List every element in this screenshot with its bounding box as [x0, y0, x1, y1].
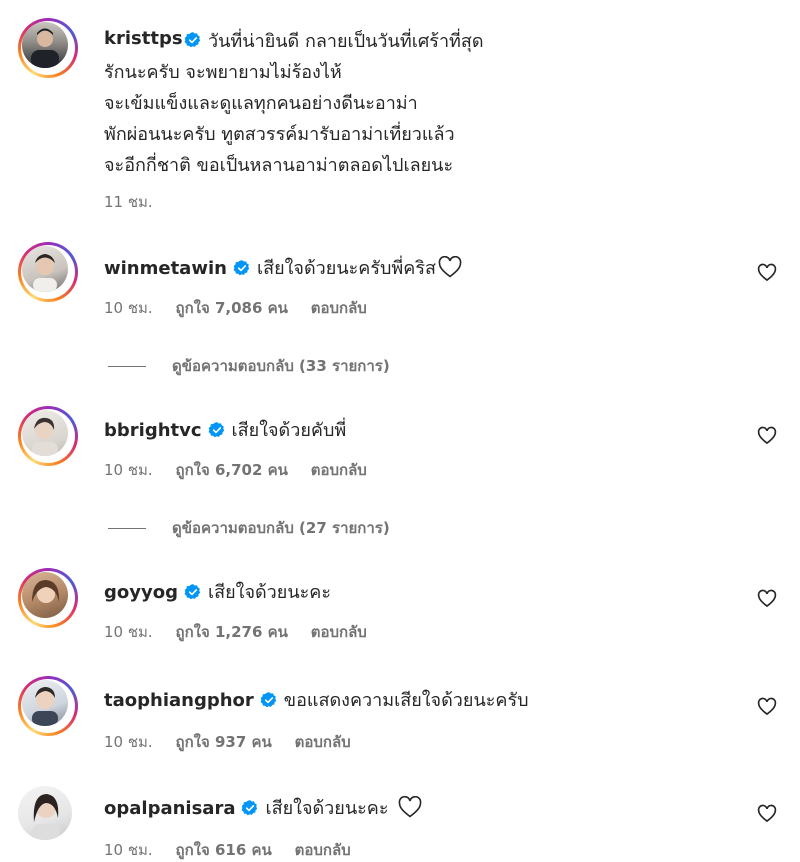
likes-count[interactable]: ถูกใจ 616 คน: [175, 841, 271, 859]
view-replies-label: ดูข้อความตอบกลับ (33 รายการ): [172, 357, 390, 375]
timestamp: 10 ชม.: [104, 733, 153, 751]
reply-button[interactable]: ตอบกลับ: [295, 841, 351, 859]
heart-outline-icon[interactable]: [757, 263, 777, 283]
white-heart-emoji-icon: [438, 255, 462, 278]
likes-count[interactable]: ถูกใจ 6,702 คน: [175, 461, 287, 479]
avatar-goyyog[interactable]: [18, 568, 78, 628]
comment-goyyog: goyyog เสียใจด้วยนะคะ: [104, 578, 331, 608]
heart-outline-icon[interactable]: [757, 426, 777, 446]
heart-outline-icon[interactable]: [757, 804, 777, 824]
divider: [108, 528, 146, 529]
reply-button[interactable]: ตอบกลับ: [295, 733, 351, 751]
reply-button[interactable]: ตอบกลับ: [311, 461, 367, 479]
timestamp: 10 ชม.: [104, 461, 153, 479]
comment-username[interactable]: taophiangphor: [104, 690, 254, 711]
caption-line: รักนะครับ จะพยายามไม่ร้องไห้: [104, 62, 342, 83]
caption-line: พักผ่อนนะครับ ทูตสวรรค์มารับอาม่าเที่ยวแ…: [104, 124, 455, 145]
timestamp: 10 ชม.: [104, 299, 153, 317]
comment-meta: 10 ชม. ถูกใจ 616 คน ตอบกลับ: [104, 838, 369, 862]
caption-line: จะอีกกี่ชาติ ขอเป็นหลานอาม่าตลอดไปเลยนะ: [104, 155, 454, 176]
view-replies-button[interactable]: ดูข้อความตอบกลับ (33 รายการ): [108, 354, 390, 378]
avatar-kristtps[interactable]: [18, 18, 78, 78]
comment-username[interactable]: winmetawin: [104, 258, 227, 279]
comment-text: เสียใจด้วยคับพี่: [231, 420, 347, 441]
comment-meta: 10 ชม. ถูกใจ 6,702 คน ตอบกลับ: [104, 458, 385, 482]
comment-username[interactable]: bbrightvc: [104, 420, 202, 441]
heart-outline-icon[interactable]: [757, 697, 777, 717]
comment-username[interactable]: goyyog: [104, 582, 178, 603]
reply-button[interactable]: ตอบกลับ: [311, 623, 367, 641]
comment-text: เสียใจด้วยนะครับพี่คริส: [256, 258, 436, 279]
comment-meta: 10 ชม. ถูกใจ 937 คน ตอบกลับ: [104, 730, 369, 754]
comment-text: ขอแสดงความเสียใจด้วยนะครับ: [283, 690, 529, 711]
white-heart-emoji-icon: [398, 795, 421, 818]
verified-badge-icon: [260, 692, 276, 708]
comment-text: เสียใจด้วยนะคะ: [207, 582, 332, 603]
verified-badge-icon: [242, 800, 258, 816]
timestamp: 10 ชม.: [104, 623, 153, 641]
caption-text: วันที่น่ายินดี กลายเป็นวันที่เศร้าที่สุด…: [104, 26, 484, 181]
comment-username[interactable]: opalpanisara: [104, 798, 235, 819]
divider: [108, 366, 146, 367]
avatar-taophiangphor[interactable]: [18, 676, 78, 736]
comments-panel: kristtps วันที่น่ายินดี กลายเป็นวันที่เศ…: [0, 0, 800, 859]
verified-badge-icon: [184, 584, 201, 600]
comment-bbrightvc: bbrightvc เสียใจด้วยคับพี่: [104, 416, 346, 446]
avatar-opalpanisara[interactable]: [18, 786, 78, 846]
caption-line: จะเข้มแข็งและดูแลทุกคนอย่างดีนะอาม่า: [104, 93, 418, 114]
comment-text: เสียใจด้วยนะคะ: [265, 798, 389, 819]
reply-button[interactable]: ตอบกลับ: [311, 299, 367, 317]
likes-count[interactable]: ถูกใจ 1,276 คน: [175, 623, 287, 641]
comment-meta: 10 ชม. ถูกใจ 7,086 คน ตอบกลับ: [104, 296, 385, 320]
timestamp: 10 ชม.: [104, 841, 153, 859]
caption-meta: 11 ชม.: [104, 190, 171, 214]
caption-line: วันที่น่ายินดี กลายเป็นวันที่เศร้าที่สุด: [208, 31, 484, 52]
view-replies-label: ดูข้อความตอบกลับ (27 รายการ): [172, 519, 390, 537]
comment-taophiangphor: taophiangphor ขอแสดงความเสียใจด้วยนะครับ: [104, 686, 529, 716]
timestamp: 11 ชม.: [104, 193, 153, 211]
view-replies-button[interactable]: ดูข้อความตอบกลับ (27 รายการ): [108, 516, 390, 540]
likes-count[interactable]: ถูกใจ 7,086 คน: [175, 299, 287, 317]
comment-meta: 10 ชม. ถูกใจ 1,276 คน ตอบกลับ: [104, 620, 385, 644]
verified-badge-icon: [233, 260, 250, 276]
likes-count[interactable]: ถูกใจ 937 คน: [175, 733, 271, 751]
comment-opalpanisara: opalpanisara เสียใจด้วยนะคะ: [104, 794, 423, 824]
verified-badge-icon: [208, 422, 224, 438]
avatar-winmetawin[interactable]: [18, 242, 78, 302]
heart-outline-icon[interactable]: [757, 589, 777, 609]
comment-winmetawin: winmetawin เสียใจด้วยนะครับพี่คริส: [104, 254, 462, 284]
avatar-bbrightvc[interactable]: [18, 406, 78, 466]
